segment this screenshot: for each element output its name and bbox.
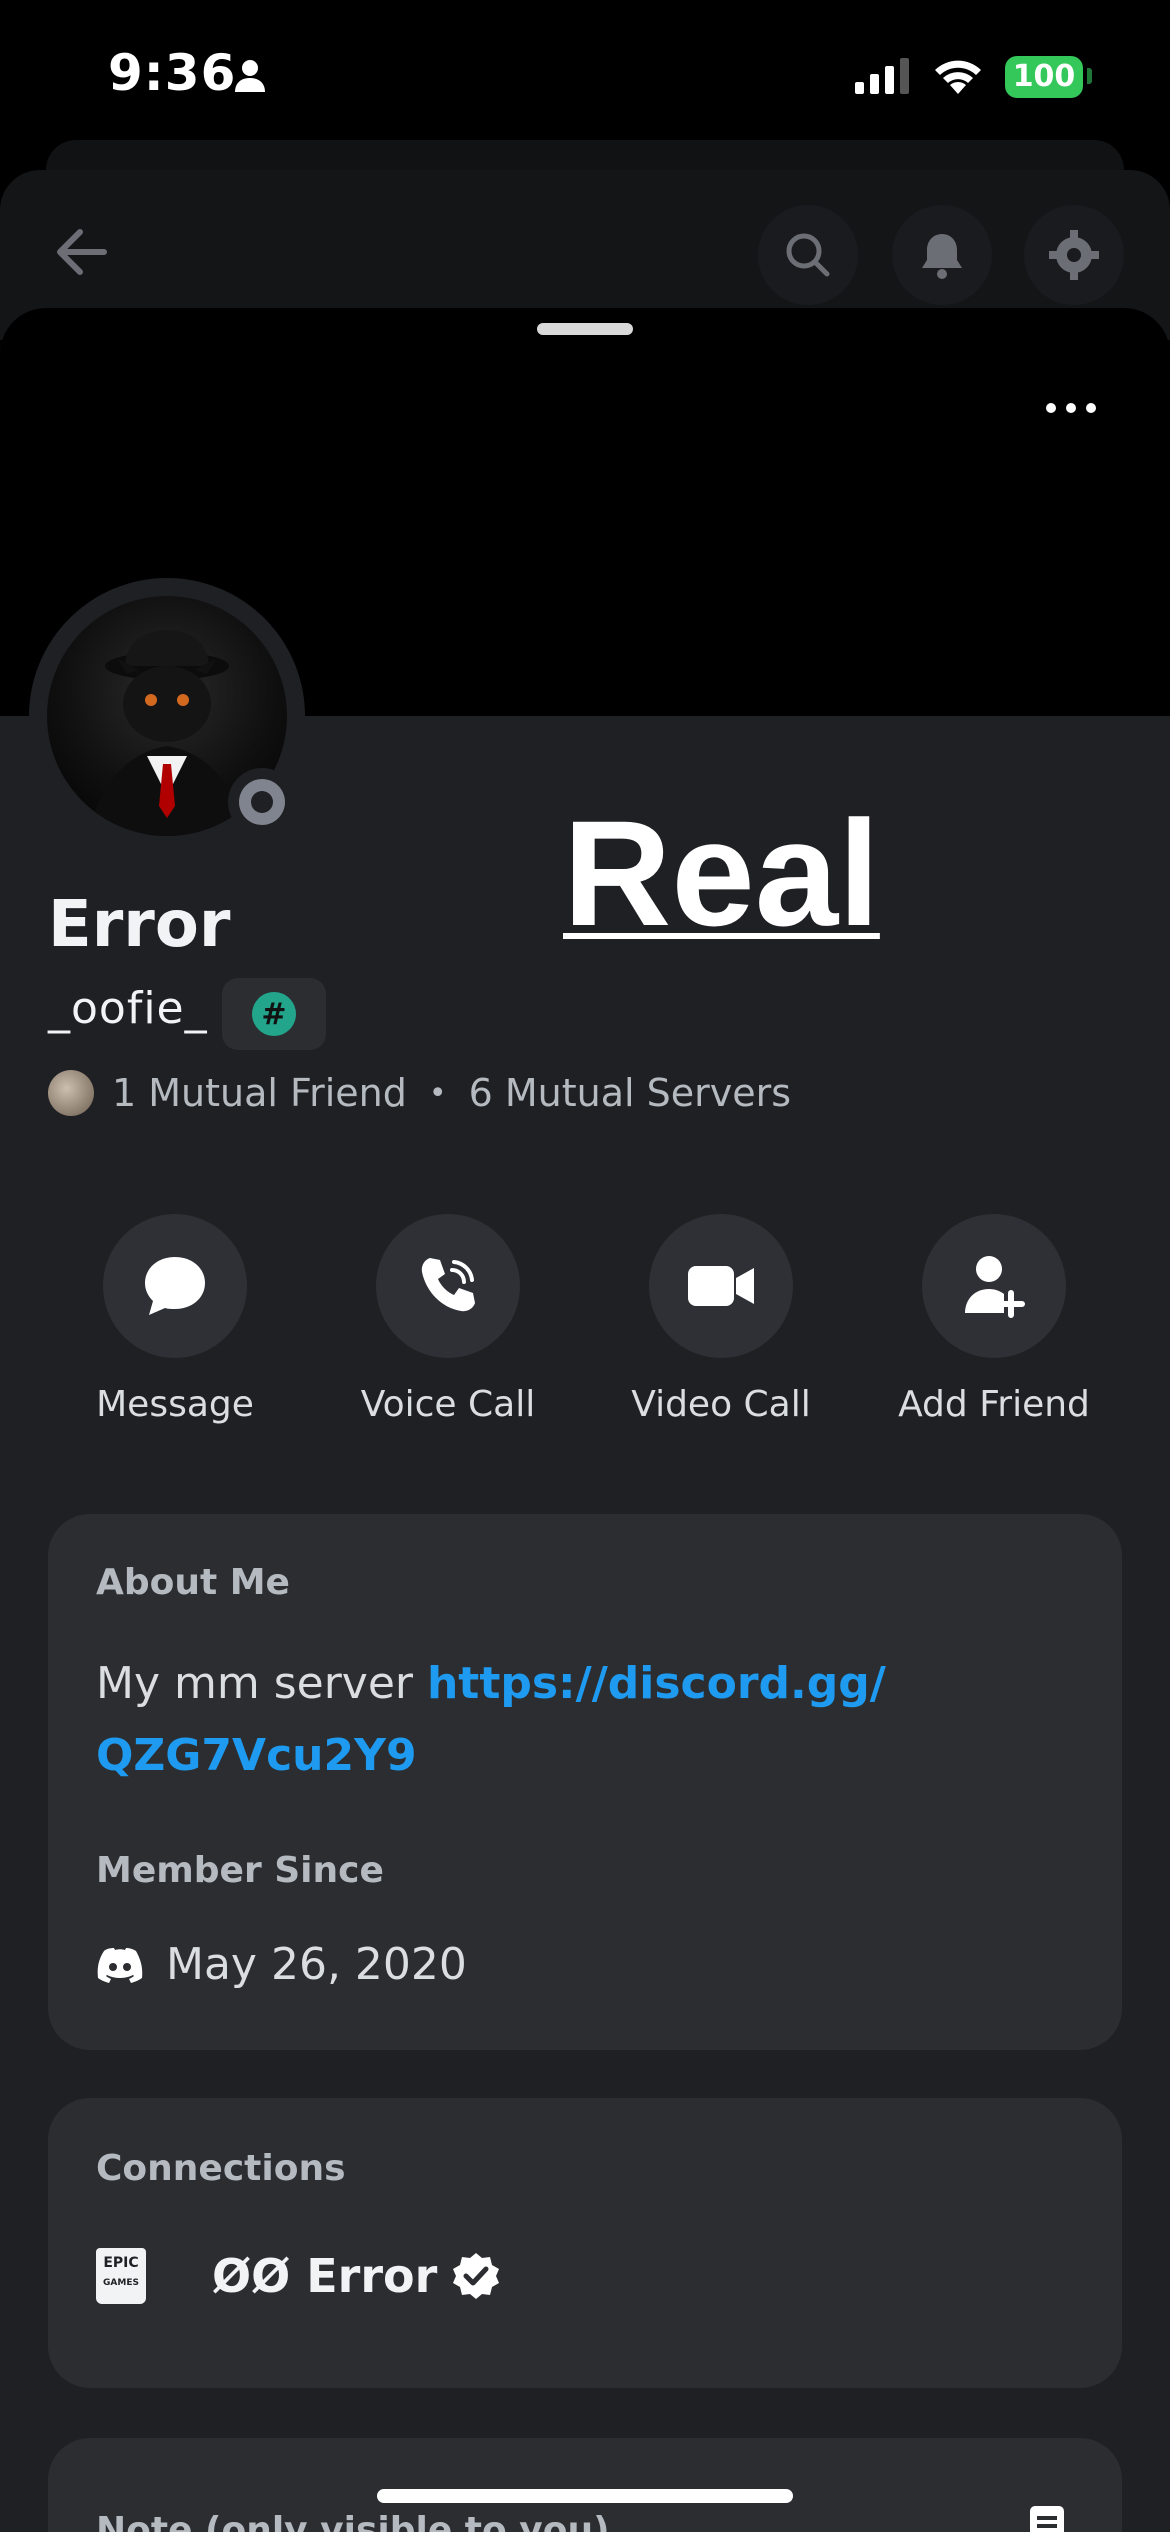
- voice-call-button[interactable]: Voice Call: [348, 1214, 548, 1425]
- connection-item[interactable]: EPIC GAMES ØØ Error: [96, 2248, 501, 2304]
- video-camera-icon: [688, 1266, 754, 1306]
- wifi-icon: [935, 60, 981, 94]
- epic-games-icon: EPIC GAMES: [96, 2248, 146, 2304]
- note-card[interactable]: Note (only visible to you): [48, 2438, 1122, 2532]
- about-card: About Me My mm server https://discord.gg…: [48, 1514, 1122, 2050]
- video-call-button[interactable]: Video Call: [621, 1214, 821, 1425]
- bell-icon: [922, 234, 962, 279]
- member-since-row: May 26, 2020: [96, 1939, 467, 1990]
- battery-tip: [1087, 68, 1092, 84]
- mutual-servers-text[interactable]: 6 Mutual Servers: [469, 1071, 791, 1115]
- verified-badge-icon: [453, 2253, 500, 2299]
- search-button[interactable]: [758, 205, 858, 305]
- profile-sheet: Real Error _oofie_ # 1 Mutual Friend • 6…: [0, 308, 1170, 2532]
- back-arrow-icon[interactable]: [52, 222, 112, 282]
- add-friend-button[interactable]: Add Friend: [894, 1214, 1094, 1425]
- offline-status-indicator: [228, 768, 296, 836]
- video-call-label: Video Call: [631, 1384, 811, 1425]
- settings-button[interactable]: [1024, 205, 1124, 305]
- about-heading: About Me: [96, 1562, 290, 1603]
- phone-icon: [421, 1258, 475, 1312]
- about-body: My mm server: [96, 1658, 427, 1709]
- add-person-icon: [965, 1256, 1025, 1318]
- add-friend-circle[interactable]: [922, 1214, 1066, 1358]
- tag-badge[interactable]: #: [222, 978, 326, 1050]
- mutual-friend-avatar: [48, 1070, 94, 1116]
- note-heading: Note (only visible to you): [96, 2510, 610, 2532]
- notifications-button[interactable]: [892, 205, 992, 305]
- mutuals-row[interactable]: 1 Mutual Friend • 6 Mutual Servers: [48, 1068, 791, 1118]
- person-icon: [235, 60, 265, 92]
- gear-icon: [1049, 230, 1099, 280]
- about-text: My mm server https://discord.gg/QZG7Vcu2…: [96, 1648, 1086, 1792]
- battery-indicator: 100: [1005, 56, 1083, 98]
- connections-heading: Connections: [96, 2148, 346, 2189]
- status-time: 9:36: [108, 44, 237, 102]
- cellular-signal-icon: [855, 58, 909, 94]
- sheet-grabber[interactable]: [537, 323, 633, 335]
- connections-card: Connections EPIC GAMES ØØ Error: [48, 2098, 1122, 2388]
- chat-bubble-icon: [145, 1257, 205, 1315]
- search-icon: [786, 233, 830, 277]
- hashtag-icon: #: [252, 992, 296, 1036]
- note-edit-icon[interactable]: [1028, 2504, 1072, 2532]
- message-button[interactable]: Message: [75, 1214, 275, 1425]
- video-call-circle[interactable]: [649, 1214, 793, 1358]
- overlay-real-text: Real: [563, 789, 880, 957]
- separator-dot: •: [428, 1075, 447, 1111]
- username: _oofie_: [48, 983, 208, 1034]
- status-bar: 9:36 100: [0, 0, 1170, 150]
- battery-level: 100: [1012, 59, 1076, 94]
- mutual-friends-text[interactable]: 1 Mutual Friend: [112, 1071, 407, 1115]
- message-label: Message: [96, 1384, 254, 1425]
- member-since-date: May 26, 2020: [166, 1939, 467, 1990]
- display-name: Error: [48, 888, 231, 962]
- home-indicator[interactable]: [377, 2489, 793, 2503]
- voice-call-circle[interactable]: [376, 1214, 520, 1358]
- more-options-icon[interactable]: [1046, 393, 1106, 423]
- voice-call-label: Voice Call: [360, 1384, 536, 1425]
- add-friend-label: Add Friend: [898, 1384, 1090, 1425]
- member-since-heading: Member Since: [96, 1850, 384, 1891]
- message-circle[interactable]: [103, 1214, 247, 1358]
- connection-name[interactable]: ØØ Error: [212, 2249, 437, 2303]
- discord-logo-icon: [97, 1947, 143, 1983]
